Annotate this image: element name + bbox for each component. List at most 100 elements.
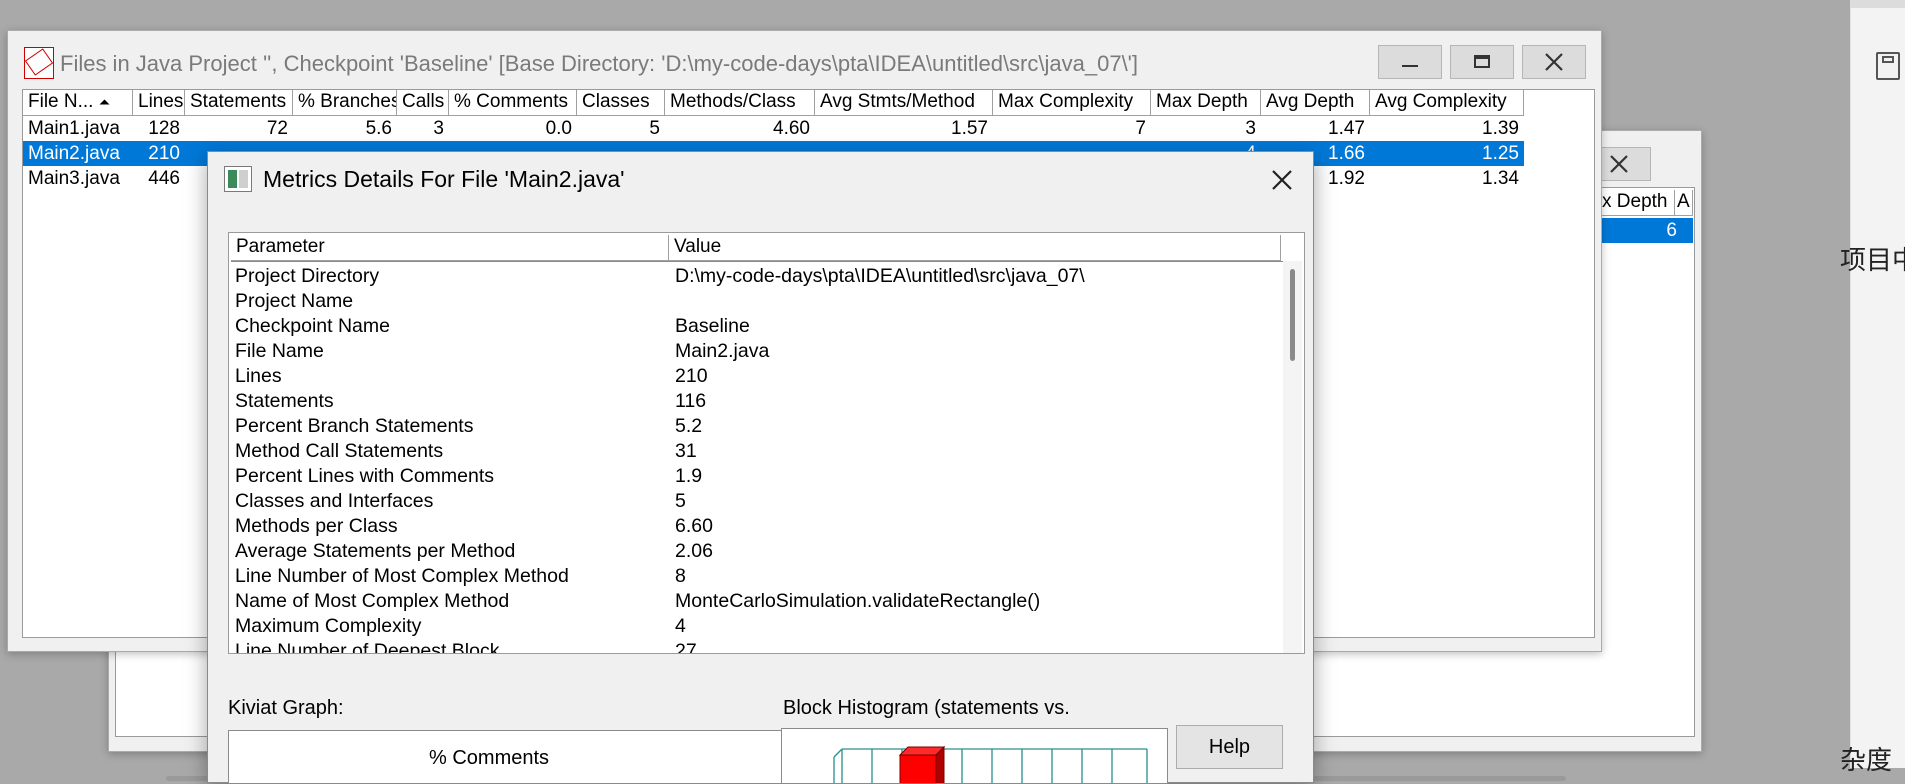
right-side-panel [1850, 0, 1905, 768]
metric-row[interactable]: Percent Lines with Comments 1.9 [231, 464, 1281, 489]
files-table-header: File N... ⏶ Lines Statements % Branches … [23, 90, 1594, 116]
right-panel-text-1: 项目中 [1840, 245, 1905, 275]
metric-row[interactable]: Percent Branch Statements 5.2 [231, 414, 1281, 439]
col-avg-depth[interactable]: Avg Depth [1261, 90, 1370, 116]
metric-row[interactable]: Line Number of Most Complex Method 8 [231, 564, 1281, 589]
metric-value: 31 [675, 440, 697, 462]
table-cell: 4.60 [773, 118, 810, 139]
col-file-name[interactable]: File N... ⏶ [23, 90, 133, 116]
col-statements[interactable]: Statements [185, 90, 293, 116]
metric-row[interactable]: Method Call Statements 31 [231, 439, 1281, 464]
back-header-cell-2[interactable]: A [1675, 190, 1693, 216]
metric-parameter: Classes and Interfaces [235, 490, 434, 512]
close-icon [1272, 170, 1292, 190]
back-header-cell[interactable]: x Depth [1597, 190, 1675, 216]
col-max-depth[interactable]: Max Depth [1151, 90, 1261, 116]
metric-parameter: Percent Lines with Comments [235, 465, 495, 487]
col-avg-stmts-method[interactable]: Avg Stmts/Method [815, 90, 993, 116]
kiviat-label: Kiviat Graph: [228, 697, 344, 719]
metric-row[interactable]: Line Number of Deepest Block 27 [231, 639, 1281, 654]
table-cell: 3 [433, 118, 444, 139]
table-cell: 0.0 [545, 118, 572, 139]
col-branches[interactable]: % Branches [293, 90, 397, 116]
metric-parameter: Project Name [235, 290, 354, 312]
metric-row[interactable]: Classes and Interfaces 5 [231, 489, 1281, 514]
col-max-complexity[interactable]: Max Complexity [993, 90, 1151, 116]
metric-row[interactable]: Checkpoint Name Baseline [231, 314, 1281, 339]
dialog-app-icon [224, 166, 252, 192]
metric-value: 6.60 [675, 515, 713, 537]
table-cell: 1.39 [1482, 118, 1519, 139]
back-selected-cell[interactable]: 6 [1597, 218, 1693, 243]
metric-parameter: Method Call Statements [235, 440, 444, 462]
metric-value: Baseline [675, 315, 750, 337]
close-icon [1545, 53, 1563, 71]
right-side-panel-top [1850, 0, 1905, 8]
col-calls[interactable]: Calls [397, 90, 449, 116]
scrollbar-thumb[interactable] [1290, 269, 1295, 361]
metric-parameter: Checkpoint Name [235, 315, 390, 337]
metric-row[interactable]: File Name Main2.java [231, 339, 1281, 364]
metric-row[interactable]: Average Statements per Method 2.06 [231, 539, 1281, 564]
metric-parameter: Line Number of Deepest Block [235, 640, 500, 654]
col-lines[interactable]: Lines [133, 90, 185, 116]
metric-row[interactable]: Project Directory D:\my-code-days\pta\IDE… [231, 264, 1281, 289]
metric-parameter: Methods per Class [235, 515, 398, 537]
table-cell: 1.34 [1482, 168, 1519, 189]
table-cell: 210 [133, 141, 185, 166]
minimize-icon [1402, 65, 1418, 67]
metrics-list-header: Parameter Value [231, 235, 1283, 262]
dialog-close-button[interactable] [1262, 162, 1302, 198]
right-panel-text-2: 杂度 [1840, 745, 1893, 775]
col-comments[interactable]: % Comments [449, 90, 577, 116]
metric-parameter: Line Number of Most Complex Method [235, 565, 569, 587]
metric-value: D:\my-code-days\pta\IDEA\untitled\src\ja… [675, 265, 1085, 287]
dialog-title: Metrics Details For File 'Main2.java' [263, 166, 625, 192]
table-cell: 1.57 [951, 118, 988, 139]
metric-value: 8 [675, 565, 686, 587]
col-avg-complexity[interactable]: Avg Complexity [1370, 90, 1524, 116]
metric-parameter: Lines [235, 365, 282, 387]
maximize-button[interactable] [1450, 45, 1514, 79]
metric-parameter: Average Statements per Method [235, 540, 516, 562]
metric-row[interactable]: Methods per Class 6.60 [231, 514, 1281, 539]
col-classes[interactable]: Classes [577, 90, 665, 116]
col-parameter[interactable]: Parameter [231, 235, 669, 261]
table-cell: 3 [1245, 118, 1256, 139]
metric-parameter: Maximum Complexity [235, 615, 422, 637]
histogram-grid [833, 748, 1148, 783]
minimize-button[interactable] [1378, 45, 1442, 79]
metric-value: MonteCarloSimulation.validateRectangle() [675, 590, 1041, 612]
col-value[interactable]: Value [669, 235, 1281, 261]
metric-parameter: Statements [235, 390, 334, 412]
metric-value: 5 [675, 490, 686, 512]
table-cell: 5 [649, 118, 660, 139]
metric-value: 2.06 [675, 540, 713, 562]
metric-row[interactable]: Statements 116 [231, 389, 1281, 414]
help-button[interactable]: Help [1176, 725, 1283, 769]
table-cell: Main1.java [28, 118, 120, 139]
metrics-list-body: Project Directory D:\my-code-days\pta\IDE… [231, 264, 1281, 654]
metric-parameter: Name of Most Complex Method [235, 590, 510, 612]
metrics-list: Parameter Value Project Directory D:\my-c… [228, 232, 1305, 654]
save-icon[interactable] [1876, 52, 1900, 80]
metric-row[interactable]: Name of Most Complex Method MonteCarloSim… [231, 589, 1281, 614]
col-methods-class[interactable]: Methods/Class [665, 90, 815, 116]
table-cell: Main3.java [28, 168, 120, 189]
metric-parameter: File Name [235, 340, 324, 362]
app-icon [24, 47, 54, 79]
metric-value: 116 [675, 390, 707, 412]
histogram-chart [833, 745, 1148, 783]
metric-value: 5.2 [675, 415, 703, 437]
close-button[interactable] [1522, 45, 1586, 79]
kiviat-axis-label: % Comments [429, 747, 550, 769]
table-row[interactable]: Main1.java 128 72 5.6 3 0.0 5 4.60 1.57 7 3 1.47 1.3… [23, 116, 1594, 141]
metric-row[interactable]: Lines 210 [231, 364, 1281, 389]
vertical-scrollbar[interactable] [1283, 261, 1302, 653]
metric-row[interactable]: Maximum Complexity 4 [231, 614, 1281, 639]
metric-row[interactable]: Project Name [231, 289, 1281, 314]
metric-parameter: Percent Branch Statements [235, 415, 474, 437]
table-cell: 1.25 [1370, 141, 1524, 166]
table-cell: 446 [148, 168, 180, 189]
window-title: Files in Java Project '', Checkpoint 'Ba… [60, 51, 1138, 76]
